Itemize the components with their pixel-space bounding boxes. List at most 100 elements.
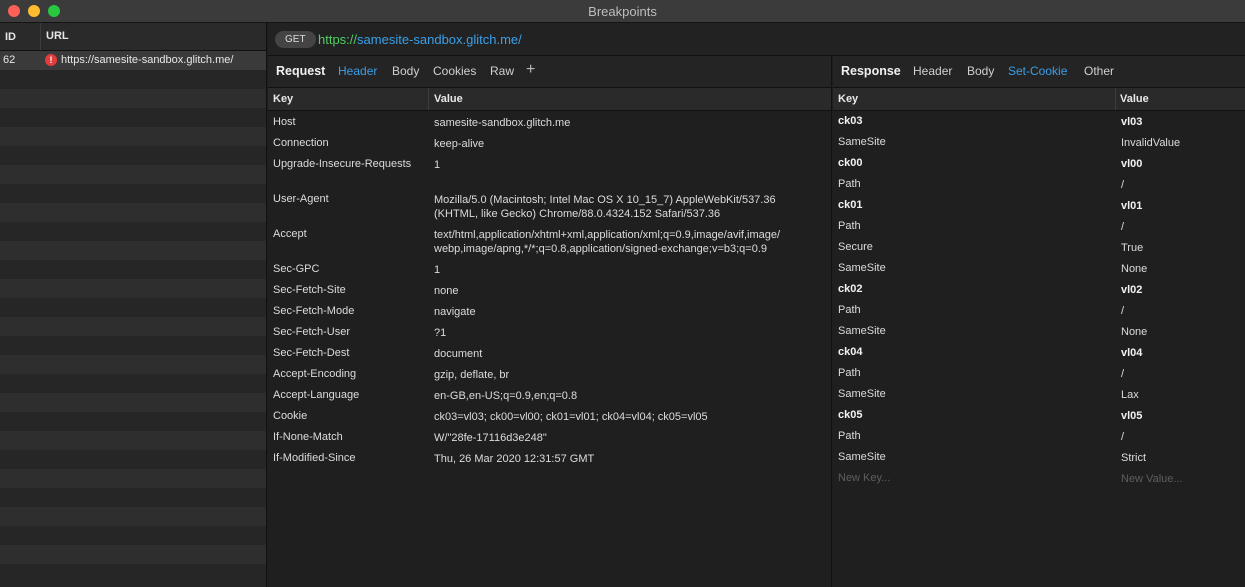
cookie-value[interactable]: None (1121, 325, 1147, 339)
tab-request-raw[interactable]: Raw (490, 64, 514, 78)
request-header-row[interactable]: Accept-Language en-GB,en-US;q=0.9,en;q=0.… (268, 389, 831, 410)
cookie-value[interactable]: vl05 (1121, 409, 1142, 423)
cookie-key[interactable]: ck04 (838, 346, 862, 358)
header-key[interactable]: If-None-Match (273, 431, 343, 443)
request-header-row[interactable]: Sec-Fetch-User ?1 (268, 326, 831, 347)
header-key[interactable]: Cookie (273, 410, 307, 422)
cookie-value[interactable]: vl04 (1121, 346, 1142, 360)
request-header-row[interactable]: User-Agent Mozilla/5.0 (Macintosh; Intel … (268, 193, 831, 228)
cookie-value[interactable]: None (1121, 262, 1147, 276)
cookie-key[interactable]: ck00 (838, 157, 862, 169)
add-icon[interactable]: + (526, 61, 535, 79)
header-value[interactable]: gzip, deflate, br (434, 368, 509, 382)
cookie-value[interactable]: / (1121, 367, 1124, 381)
request-header-row[interactable]: Cookie ck03=vl03; ck00=vl00; ck01=vl01; c… (268, 410, 831, 431)
header-key[interactable]: Upgrade-Insecure-Requests (273, 158, 411, 170)
request-header-row[interactable]: Sec-Fetch-Mode navigate (268, 305, 831, 326)
cookie-key[interactable]: Path (838, 220, 861, 232)
cookie-value[interactable]: Lax (1121, 388, 1139, 402)
header-key[interactable]: If-Modified-Since (273, 452, 356, 464)
cookie-key[interactable]: SameSite (838, 451, 886, 463)
cookie-value[interactable]: / (1121, 430, 1124, 444)
cookie-value[interactable]: vl01 (1121, 199, 1142, 213)
header-value[interactable]: Mozilla/5.0 (Macintosh; Intel Mac OS X 1… (434, 193, 776, 207)
header-value[interactable]: document (434, 347, 482, 361)
request-header-row[interactable]: Host samesite-sandbox.glitch.me (268, 116, 831, 137)
breakpoint-row[interactable]: 62 ! https://samesite-sandbox.glitch.me/ (0, 51, 266, 70)
cookie-key[interactable]: Secure (838, 241, 873, 253)
request-header-row[interactable]: Sec-Fetch-Site none (268, 284, 831, 305)
cookie-attribute-row[interactable]: Path / (833, 367, 1245, 388)
cookie-value[interactable]: / (1121, 178, 1124, 192)
cookie-value[interactable]: Strict (1121, 451, 1146, 465)
header-value[interactable]: text/html,application/xhtml+xml,applicat… (434, 228, 780, 242)
new-key-input[interactable]: New Key... (838, 472, 890, 484)
value-column-header[interactable]: Value (434, 93, 463, 105)
cookie-attribute-row[interactable]: Path / (833, 304, 1245, 325)
key-column-header[interactable]: Key (273, 93, 293, 105)
new-cookie-row[interactable]: New Key... New Value... (833, 472, 1245, 493)
cookie-key[interactable]: Path (838, 178, 861, 190)
header-value-continued[interactable]: (KHTML, like Gecko) Chrome/88.0.4324.152… (434, 207, 720, 221)
header-value[interactable]: none (434, 284, 458, 298)
request-header-row[interactable]: Upgrade-Insecure-Requests 1 (268, 158, 831, 179)
header-key[interactable]: Sec-GPC (273, 263, 319, 275)
key-column-header[interactable]: Key (838, 93, 858, 105)
column-header-url[interactable]: URL (40, 23, 69, 50)
method-badge[interactable]: GET (275, 31, 316, 48)
cookie-value[interactable]: vl00 (1121, 157, 1142, 171)
header-key[interactable]: Host (273, 116, 296, 128)
header-key[interactable]: User-Agent (273, 193, 329, 205)
cookie-key[interactable]: SameSite (838, 325, 886, 337)
cookie-attribute-row[interactable]: Path / (833, 220, 1245, 241)
cookie-key[interactable]: ck03 (838, 115, 862, 127)
cookie-value[interactable]: vl02 (1121, 283, 1142, 297)
header-value[interactable]: 1 (434, 263, 440, 277)
cookie-key[interactable]: Path (838, 430, 861, 442)
cookie-key[interactable]: ck02 (838, 283, 862, 295)
request-header-row[interactable]: If-None-Match W/"28fe-17116d3e248" (268, 431, 831, 452)
request-header-row[interactable]: If-Modified-Since Thu, 26 Mar 2020 12:31:… (268, 452, 831, 473)
column-divider[interactable] (1115, 88, 1116, 110)
cookie-attribute-row[interactable]: Path / (833, 178, 1245, 199)
cookie-key[interactable]: SameSite (838, 388, 886, 400)
tab-request-header[interactable]: Header (338, 64, 377, 78)
header-key[interactable]: Sec-Fetch-Mode (273, 305, 354, 317)
cookie-value[interactable]: True (1121, 241, 1143, 255)
cookie-attribute-row[interactable]: SameSite None (833, 262, 1245, 283)
cookie-key[interactable]: ck01 (838, 199, 862, 211)
cookie-key[interactable]: ck05 (838, 409, 862, 421)
header-value[interactable]: ?1 (434, 326, 446, 340)
cookie-attribute-row[interactable]: SameSite Lax (833, 388, 1245, 409)
request-header-row[interactable]: Sec-Fetch-Dest document (268, 347, 831, 368)
cookie-name-row[interactable]: ck04 vl04 (833, 346, 1245, 367)
cookie-name-row[interactable]: ck01 vl01 (833, 199, 1245, 220)
header-value[interactable]: navigate (434, 305, 476, 319)
column-divider[interactable] (428, 88, 429, 110)
request-header-row[interactable]: Connection keep-alive (268, 137, 831, 158)
header-key[interactable]: Accept-Encoding (273, 368, 356, 380)
header-key[interactable]: Accept (273, 228, 307, 240)
url-field[interactable]: https://samesite-sandbox.glitch.me/ (318, 32, 522, 47)
tab-response-header[interactable]: Header (913, 64, 952, 78)
cookie-value[interactable]: vl03 (1121, 115, 1142, 129)
header-value[interactable]: samesite-sandbox.glitch.me (434, 116, 570, 130)
tab-request-cookies[interactable]: Cookies (433, 64, 476, 78)
header-value[interactable]: 1 (434, 158, 440, 172)
cookie-attribute-row[interactable]: Secure True (833, 241, 1245, 262)
cookie-attribute-row[interactable]: Path / (833, 430, 1245, 451)
header-value-continued[interactable]: webp,image/apng,*/*;q=0.8,application/si… (434, 242, 767, 256)
tab-response-other[interactable]: Other (1084, 64, 1114, 78)
header-key[interactable]: Sec-Fetch-Site (273, 284, 346, 296)
request-header-row[interactable]: Accept text/html,application/xhtml+xml,ap… (268, 228, 831, 263)
cookie-value[interactable]: / (1121, 220, 1124, 234)
header-key[interactable]: Connection (273, 137, 329, 149)
header-key[interactable]: Sec-Fetch-Dest (273, 347, 349, 359)
header-value[interactable]: W/"28fe-17116d3e248" (434, 431, 547, 445)
cookie-attribute-row[interactable]: SameSite InvalidValue (833, 136, 1245, 157)
cookie-name-row[interactable]: ck00 vl00 (833, 157, 1245, 178)
header-value[interactable]: keep-alive (434, 137, 484, 151)
cookie-attribute-row[interactable]: SameSite None (833, 325, 1245, 346)
header-value[interactable]: en-GB,en-US;q=0.9,en;q=0.8 (434, 389, 577, 403)
new-value-input[interactable]: New Value... (1121, 472, 1183, 486)
